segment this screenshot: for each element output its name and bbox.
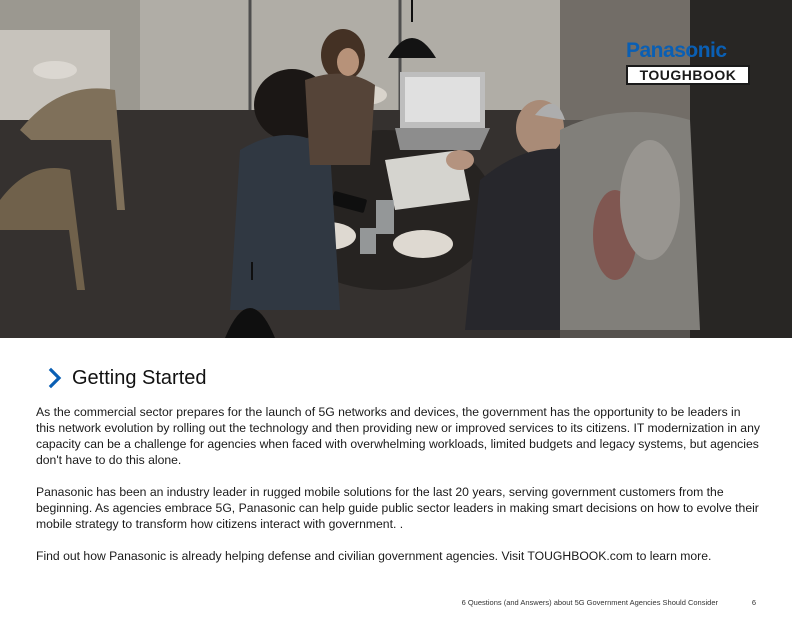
hero-photo: Panasonic TOUGHBOOK bbox=[0, 0, 792, 338]
page-footer: 6 Questions (and Answers) about 5G Gover… bbox=[0, 598, 792, 610]
footer-document-title: 6 Questions (and Answers) about 5G Gover… bbox=[461, 598, 718, 607]
brand-logo: Panasonic TOUGHBOOK bbox=[626, 40, 752, 85]
footer-page-number: 6 bbox=[751, 598, 756, 607]
paragraph: As the commercial sector prepares for th… bbox=[36, 405, 760, 467]
brand-name: Panasonic bbox=[626, 39, 727, 62]
section-heading: Getting Started bbox=[46, 366, 207, 390]
chevron-right-icon bbox=[48, 367, 62, 389]
body-content: As the commercial sector prepares for th… bbox=[36, 404, 762, 580]
heading-title: Getting Started bbox=[72, 367, 207, 389]
paragraph: Find out how Panasonic is already helpin… bbox=[36, 549, 712, 563]
paragraph: Panasonic has been an industry leader in… bbox=[36, 485, 759, 531]
brand-product-badge: TOUGHBOOK bbox=[626, 65, 750, 85]
